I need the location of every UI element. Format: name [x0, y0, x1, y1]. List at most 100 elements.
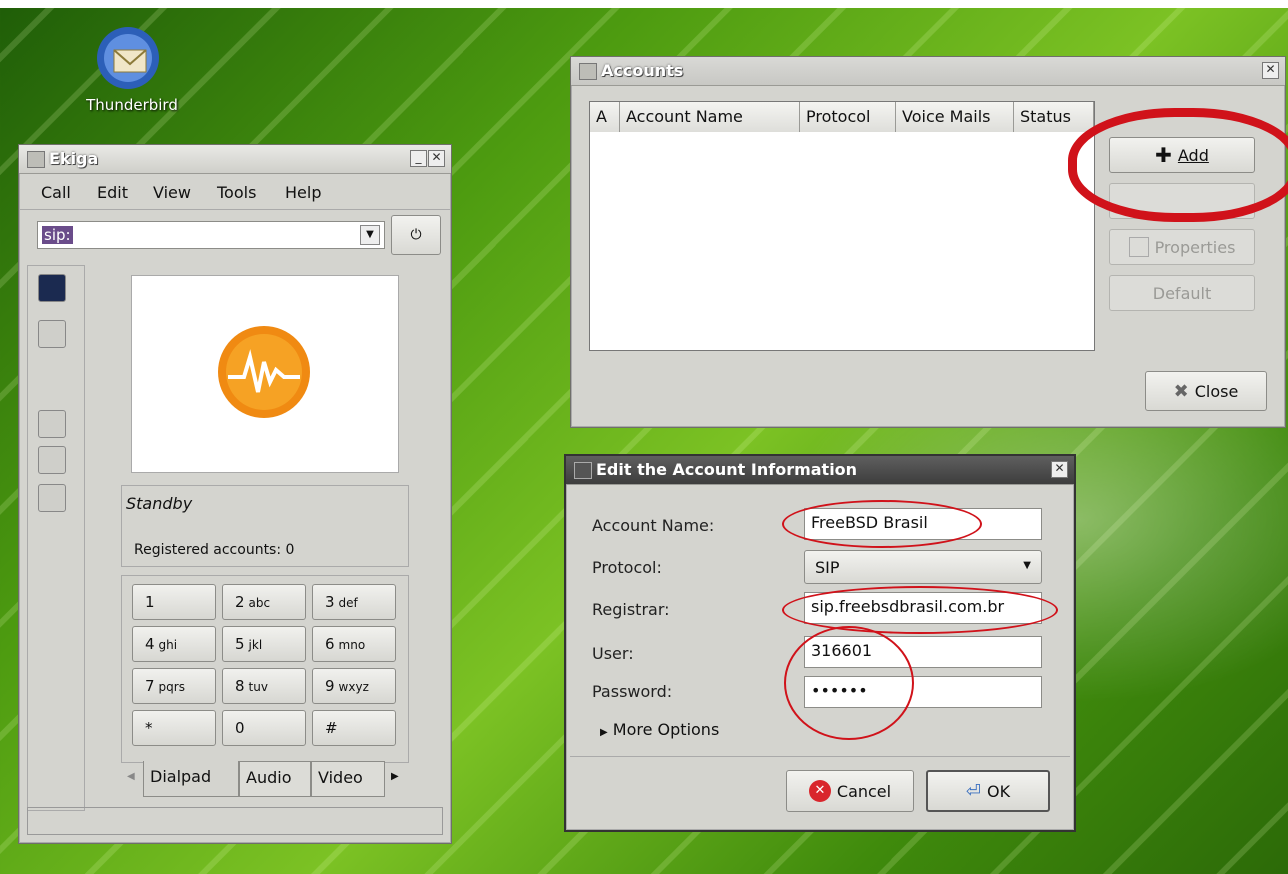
ok-label: OK: [987, 781, 1011, 801]
dialpad-key[interactable]: 8 tuv: [222, 668, 306, 704]
add-button[interactable]: ✚ Add: [1109, 137, 1255, 173]
account-name-field[interactable]: FreeBSD Brasil: [804, 508, 1042, 540]
dialpad-key[interactable]: 5 jkl: [222, 626, 306, 662]
dialpad-key[interactable]: 0: [222, 710, 306, 746]
webcam-icon[interactable]: [38, 410, 66, 438]
column-account-name[interactable]: Account Name: [620, 102, 800, 132]
column-status[interactable]: Status: [1014, 102, 1094, 132]
address-value[interactable]: sip:: [42, 226, 73, 244]
dialpad-key[interactable]: 2 abc: [222, 584, 306, 620]
edit-titlebar[interactable]: Edit the Account Information ✕: [566, 456, 1074, 485]
dialpad-key[interactable]: 7 pqrs: [132, 668, 216, 704]
phone-icon[interactable]: [38, 366, 66, 394]
close-button[interactable]: ✕: [1262, 62, 1279, 79]
tab-video[interactable]: Video: [311, 761, 385, 797]
dialpad-key[interactable]: 9 wxyz: [312, 668, 396, 704]
plus-icon: ✚: [1155, 143, 1172, 167]
user-label: User:: [592, 644, 634, 663]
properties-label: Properties: [1154, 237, 1236, 257]
window-menu-button[interactable]: [579, 63, 597, 80]
close-accounts-button[interactable]: ✖ Close: [1145, 371, 1267, 411]
password-field[interactable]: ••••••: [804, 676, 1042, 708]
ekiga-titlebar[interactable]: Ekiga _ ✕: [19, 145, 451, 174]
key-digit: 8: [235, 677, 245, 695]
default-label: Default: [1152, 283, 1212, 303]
menu-edit[interactable]: Edit: [97, 183, 128, 202]
window-menu-button[interactable]: [574, 462, 592, 479]
tab-scroll-right[interactable]: ▶: [391, 771, 399, 782]
remove-button[interactable]: [1109, 183, 1255, 219]
statusbar: [27, 807, 443, 835]
user-field[interactable]: 316601: [804, 636, 1042, 668]
cancel-label: Cancel: [836, 781, 892, 801]
key-digit: 2: [235, 593, 245, 611]
addressbook-icon[interactable]: [38, 446, 66, 474]
dialpad-key[interactable]: 6 mno: [312, 626, 396, 662]
dialpad: 1 2 abc 3 def 4 ghi 5 jkl 6 mno 7 pqrs 8 tuv 9 wxyz * 0 #: [121, 575, 409, 763]
more-options-expander[interactable]: ▶ More Options: [600, 720, 719, 739]
window-menu-button[interactable]: [27, 151, 45, 168]
password-label: Password:: [592, 682, 673, 701]
key-digit: #: [325, 719, 338, 737]
protocol-select[interactable]: SIP ▼: [804, 550, 1042, 584]
column-a[interactable]: A: [590, 102, 620, 132]
address-combo[interactable]: sip: ▼: [37, 221, 385, 249]
dialpad-key[interactable]: #: [312, 710, 396, 746]
accounts-titlebar[interactable]: Accounts ✕: [571, 57, 1285, 86]
connect-button[interactable]: ⏻: [391, 215, 441, 255]
dialpad-key[interactable]: 4 ghi: [132, 626, 216, 662]
ekiga-logo-icon: [218, 326, 310, 418]
status-text: Standby: [126, 494, 193, 513]
registrar-field[interactable]: sip.freebsdbrasil.com.br: [804, 592, 1042, 624]
cancel-button[interactable]: ✕ Cancel: [786, 770, 914, 812]
menu-call[interactable]: Call: [41, 183, 71, 202]
minimize-button[interactable]: _: [410, 150, 427, 167]
protocol-label: Protocol:: [592, 558, 662, 577]
key-letters: ghi: [158, 638, 178, 652]
chat-icon[interactable]: [38, 274, 66, 302]
desktop-icon-thunderbird[interactable]: Thunderbird: [72, 24, 192, 124]
close-label: Close: [1194, 381, 1239, 401]
video-icon[interactable]: [38, 484, 66, 512]
key-letters: mno: [338, 638, 366, 652]
close-button[interactable]: ✕: [428, 150, 445, 167]
account-name-label: Account Name:: [592, 516, 715, 535]
key-letters: jkl: [248, 638, 263, 652]
window-title: Accounts: [601, 61, 684, 80]
enter-icon: ⏎: [965, 780, 981, 802]
key-digit: 6: [325, 635, 335, 653]
menu-help[interactable]: Help: [285, 183, 321, 202]
tab-dialpad[interactable]: Dialpad: [143, 761, 239, 797]
default-button[interactable]: Default: [1109, 275, 1255, 311]
key-digit: 0: [235, 719, 245, 737]
triangle-right-icon: ▶: [600, 727, 608, 738]
key-digit: 7: [145, 677, 155, 695]
key-digit: *: [145, 719, 153, 737]
dialpad-icon[interactable]: [38, 320, 66, 348]
desktop-icon-label: Thunderbird: [86, 96, 178, 114]
accounts-window: Accounts ✕ A Account Name Protocol Voice…: [570, 56, 1286, 428]
properties-button[interactable]: Properties: [1109, 229, 1255, 265]
tabs: ◀ Dialpad Audio Video ▶: [127, 761, 407, 801]
tab-audio[interactable]: Audio: [239, 761, 311, 797]
properties-icon: [1128, 237, 1149, 257]
menubar: Call Edit View Tools Help: [19, 175, 451, 210]
ok-button[interactable]: ⏎ OK: [926, 770, 1050, 812]
dialpad-key[interactable]: *: [132, 710, 216, 746]
dialpad-key[interactable]: 3 def: [312, 584, 396, 620]
tab-scroll-left[interactable]: ◀: [127, 771, 135, 782]
close-button[interactable]: ✕: [1051, 461, 1068, 478]
chevron-down-icon[interactable]: ▼: [360, 225, 380, 245]
top-border: [0, 0, 1288, 8]
menu-tools[interactable]: Tools: [217, 183, 256, 202]
column-protocol[interactable]: Protocol: [800, 102, 896, 132]
menu-view[interactable]: View: [153, 183, 191, 202]
registered-accounts: Registered accounts: 0: [134, 542, 295, 558]
protocol-value: SIP: [815, 557, 840, 577]
key-digit: 5: [235, 635, 245, 653]
key-digit: 9: [325, 677, 335, 695]
accounts-list[interactable]: A Account Name Protocol Voice Mails Stat…: [589, 101, 1095, 351]
dialpad-key[interactable]: 1: [132, 584, 216, 620]
window-title: Edit the Account Information: [596, 460, 858, 479]
column-voice-mails[interactable]: Voice Mails: [896, 102, 1014, 132]
